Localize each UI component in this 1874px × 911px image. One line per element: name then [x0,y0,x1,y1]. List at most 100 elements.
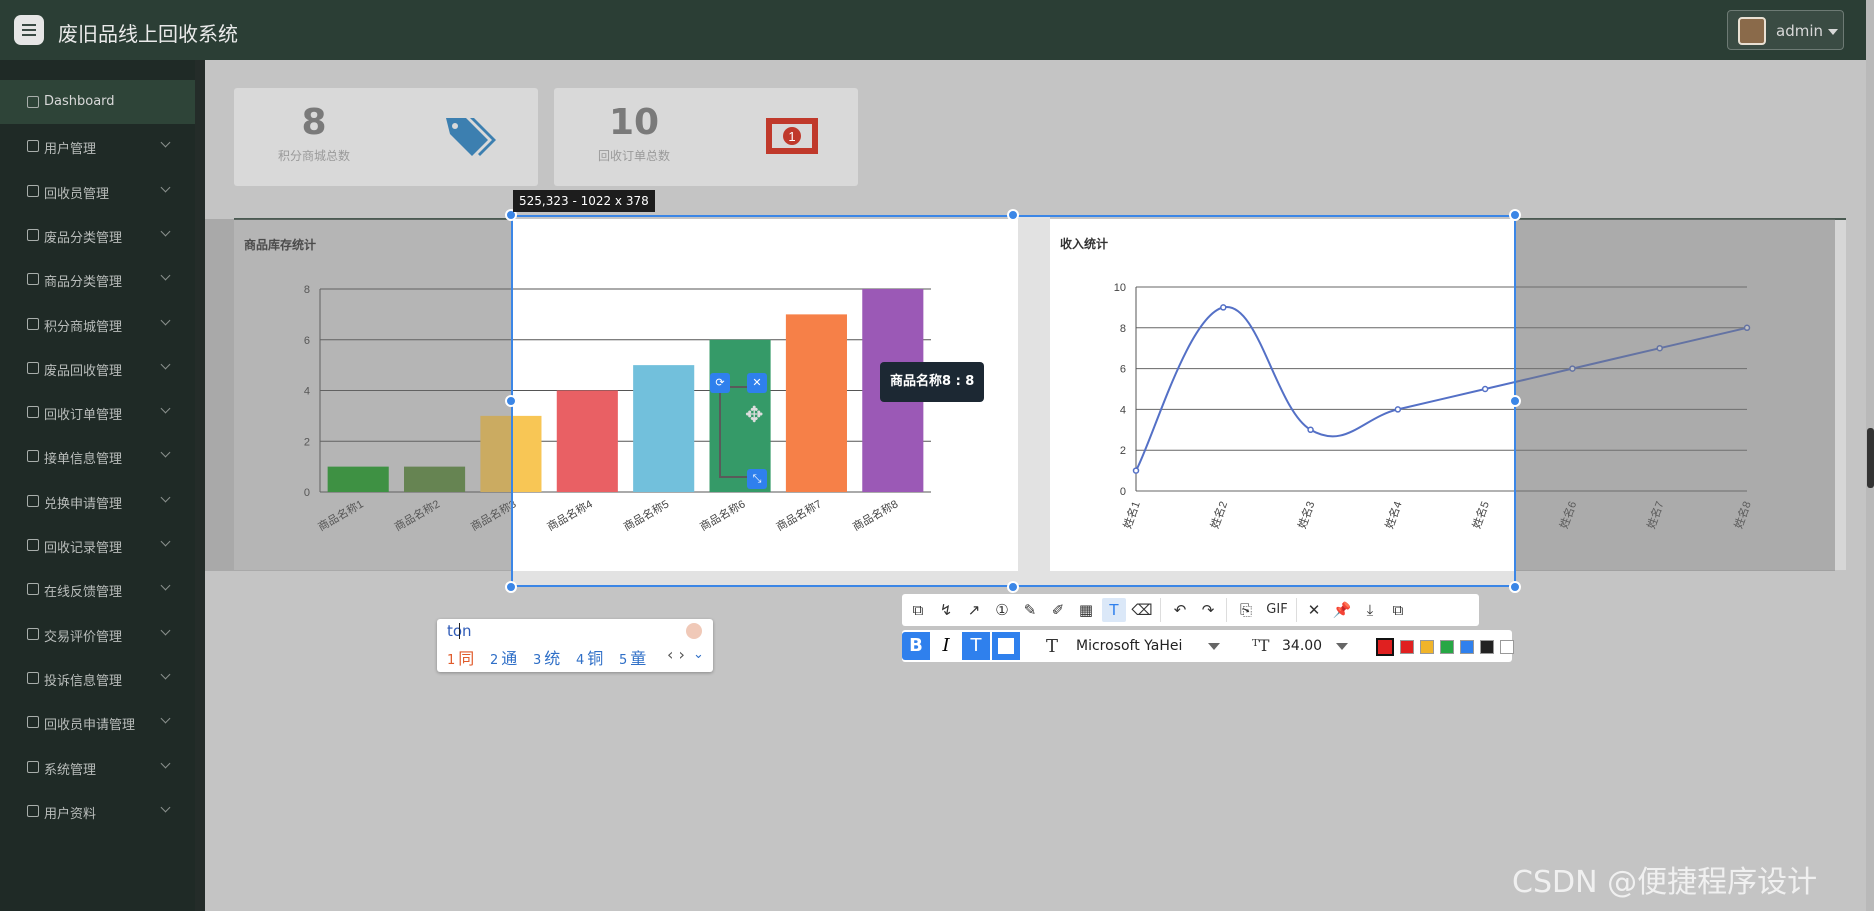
ime-candidate[interactable]: 1同 [447,645,474,669]
sidebar-item[interactable]: 回收记录管理 [0,523,195,567]
chevron-down-icon [160,359,171,370]
sidebar-item[interactable]: 系统管理 [0,745,195,789]
data-point[interactable] [1132,467,1140,474]
sidebar-item[interactable]: 废品回收管理 [0,346,195,390]
size-dropdown-icon[interactable] [1336,643,1348,650]
app-title: 废旧品线上回收系统 [58,22,238,46]
rotate-icon[interactable]: ⟳ [710,373,730,393]
text-style-bar: B I T T Microsoft YaHei ᵀT 34.00 [902,630,1514,662]
x-tick-label: 姓名3 [1295,499,1318,530]
selection-size-tip: 525,323 - 1022 x 378 [513,190,655,212]
shape-icon[interactable]: ⧉ [906,598,930,622]
x-tick-label: 姓名4 [1382,499,1405,530]
sidebar-item[interactable]: 投诉信息管理 [0,656,195,700]
eraser-icon[interactable]: ⌫ [1130,598,1154,622]
chevron-down-icon [160,270,171,281]
color-swatch[interactable] [1376,638,1394,656]
chevron-down-icon [160,226,171,237]
ime-expand-icon[interactable]: ⌄ [693,647,704,662]
sidebar-item[interactable]: 在线反馈管理 [0,567,195,611]
sidebar-item[interactable]: 回收订单管理 [0,390,195,434]
resize-handle-b[interactable] [1007,581,1019,593]
sidebar-item[interactable]: 接单信息管理 [0,434,195,478]
copy-icon[interactable]: ⧉ [1386,598,1410,622]
highlighter-icon[interactable]: ✐ [1046,598,1070,622]
pin-icon[interactable]: 📌 [1330,598,1354,622]
resize-icon[interactable]: ⤡ [747,469,767,489]
grid-icon [27,494,39,507]
resize-handle-bl[interactable] [505,581,517,593]
dim-overlay [205,219,511,571]
sidebar-item[interactable]: Dashboard [0,80,195,124]
font-size-select[interactable]: 34.00 [1282,638,1322,654]
sidebar-item-label: 交易评价管理 [44,629,123,645]
scroll-capture-icon[interactable]: ⎘ [1234,598,1258,622]
sidebar-item-label: 投诉信息管理 [44,673,123,689]
data-point[interactable] [1220,304,1227,311]
flag-icon [27,273,39,286]
gif-button[interactable]: GIF [1262,598,1292,622]
mosaic-icon[interactable]: ▦ [1074,598,1098,622]
bar[interactable] [633,365,695,492]
fill-box-button[interactable] [992,632,1020,660]
chevron-down-icon [160,758,171,768]
number-marker-icon[interactable]: ① [990,598,1014,622]
sidebar-item[interactable]: 兑换申请管理 [0,479,195,523]
font-dropdown-icon[interactable] [1208,643,1220,650]
text-caret [459,623,460,639]
resize-handle-tr[interactable] [1509,209,1521,221]
sidebar-item[interactable]: 回收员申请管理 [0,700,195,744]
redo-icon[interactable]: ↷ [1196,598,1220,622]
cancel-icon[interactable]: ✕ [1302,598,1326,622]
color-swatch[interactable] [1500,640,1514,654]
bold-button[interactable]: B [902,632,930,660]
ime-candidate[interactable]: 2通 [490,645,517,669]
undo-icon[interactable]: ↶ [1168,598,1192,622]
bar[interactable] [785,314,847,492]
move-cursor-icon: ✥ [745,403,764,428]
candidate-text: 童 [630,649,647,668]
sidebar-item[interactable]: 交易评价管理 [0,612,195,656]
arrow-icon[interactable]: ↗ [962,598,986,622]
resize-handle-br[interactable] [1509,581,1521,593]
pencil-icon[interactable]: ✎ [1018,598,1042,622]
download-icon[interactable]: ⤓ [1358,598,1382,622]
text-tool-icon[interactable]: T [1102,598,1126,622]
sidebar-item[interactable]: 用户资料 [0,789,195,833]
sidebar-item[interactable]: 用户管理 [0,124,195,168]
font-select[interactable]: Microsoft YaHei [1076,638,1182,654]
ime-candidate[interactable]: 5童 [619,645,646,669]
resize-handle-r[interactable] [1509,395,1521,407]
ime-prev-next-icon[interactable]: ‹ › [667,645,685,664]
close-icon[interactable]: ✕ [747,373,767,393]
y-tick-label: 4 [1120,404,1126,416]
menu-toggle-icon[interactable] [14,15,44,45]
chevron-down-icon [160,625,171,636]
color-swatch[interactable] [1400,640,1414,654]
data-point[interactable] [1394,406,1402,413]
outline-text-button[interactable]: T [962,632,990,660]
color-swatch[interactable] [1460,640,1474,654]
ime-candidate[interactable]: 3统 [533,645,560,669]
x-tick-label: 商品名称7 [774,496,824,533]
user-menu[interactable]: admin [1727,10,1844,50]
resize-handle-l[interactable] [505,395,517,407]
sidebar-item[interactable]: 商品分类管理 [0,257,195,301]
resize-handle-t[interactable] [1007,209,1019,221]
italic-button[interactable]: I [932,632,960,660]
sidebar-item[interactable]: 回收员管理 [0,169,195,213]
y-tick-label: 8 [1120,323,1126,335]
ime-candidate[interactable]: 4铜 [576,645,603,669]
y-tick-label: 6 [1120,364,1126,376]
color-swatch[interactable] [1440,640,1454,654]
data-point[interactable] [1481,385,1489,393]
bar[interactable] [556,390,618,493]
sidebar-item[interactable]: 废品分类管理 [0,213,195,257]
sidebar-item[interactable]: 积分商城管理 [0,302,195,346]
polyline-icon[interactable]: ↯ [934,598,958,622]
data-point[interactable] [1307,426,1314,434]
color-swatch[interactable] [1420,640,1434,654]
color-swatch[interactable] [1480,640,1494,654]
sidebar: Dashboard 用户管理 回收员管理 废品分类管理 商品分类管理 积分商城管理 废品回收… [0,60,205,911]
scrollbar-thumb[interactable] [1867,428,1874,488]
